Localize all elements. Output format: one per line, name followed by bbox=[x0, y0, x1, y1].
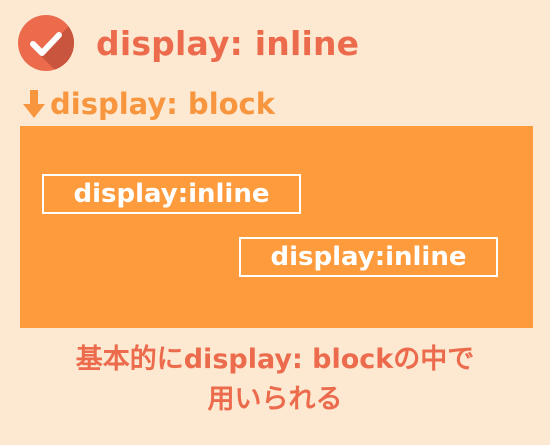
caption-line-2: 用いられる bbox=[207, 384, 343, 415]
arrow-down-icon bbox=[23, 90, 45, 118]
caption: 基本的にdisplay: blockの中で 用いられる bbox=[0, 340, 550, 420]
display-block-container: display:inline display:inline bbox=[20, 126, 533, 328]
check-circle-icon bbox=[18, 15, 74, 71]
inline-element-1: display:inline bbox=[42, 174, 301, 214]
title-row: display: inline bbox=[18, 14, 359, 72]
page-title: display: inline bbox=[96, 23, 360, 63]
caption-line-1: 基本的にdisplay: blockの中で bbox=[75, 344, 475, 375]
inline-element-2: display:inline bbox=[239, 237, 498, 277]
block-label: display: block bbox=[50, 87, 276, 121]
subheader-row: display: block bbox=[20, 84, 275, 124]
